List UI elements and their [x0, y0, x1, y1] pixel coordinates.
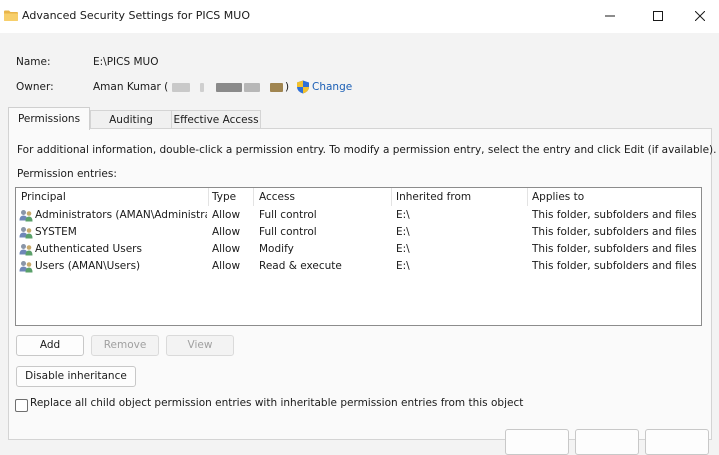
table-row[interactable]: Administrators (AMAN\Administra... Allow… [16, 207, 701, 224]
folder-icon [4, 10, 18, 21]
type-cell: Allow [212, 209, 241, 221]
redacted-owner-part [270, 83, 283, 92]
column-header-inherited-from[interactable]: Inherited from [396, 188, 526, 206]
redacted-owner-part [244, 83, 260, 92]
tab-auditing[interactable]: Auditing [90, 110, 172, 129]
cancel-button-partial[interactable] [575, 429, 639, 455]
permissions-panel: For additional information, double-click… [8, 128, 717, 440]
minimize-icon [605, 15, 615, 17]
tab-strip: Permissions Auditing Effective Access [8, 107, 710, 130]
column-separator[interactable] [208, 188, 209, 206]
redacted-owner-part [216, 83, 242, 92]
inherited-from-cell: E:\ [396, 209, 410, 221]
type-cell: Allow [212, 243, 241, 255]
disable-inheritance-button[interactable]: Disable inheritance [16, 366, 136, 387]
table-row[interactable]: SYSTEM Allow Full control E:\ This folde… [16, 224, 701, 241]
maximize-icon [653, 11, 663, 21]
info-text: For additional information, double-click… [17, 144, 717, 156]
permission-entries-label: Permission entries: [17, 168, 117, 180]
close-icon [695, 11, 705, 21]
dialog-content: Name: E:\PICS MUO Owner: Aman Kumar ( ) … [0, 33, 719, 455]
column-header-access[interactable]: Access [259, 188, 389, 206]
column-header-type[interactable]: Type [212, 188, 252, 206]
user-group-icon [19, 261, 33, 273]
redacted-owner-part [200, 83, 204, 92]
add-button[interactable]: Add [16, 335, 84, 356]
applies-to-cell: This folder, subfolders and files [532, 209, 697, 221]
minimize-button[interactable] [590, 4, 630, 28]
inherited-from-cell: E:\ [396, 243, 410, 255]
access-cell: Read & execute [259, 260, 342, 272]
maximize-button[interactable] [638, 4, 678, 28]
principal-cell: Authenticated Users [35, 243, 142, 255]
view-button[interactable]: View [166, 335, 234, 356]
principal-cell: SYSTEM [35, 226, 77, 238]
apply-button-partial[interactable] [645, 429, 709, 455]
uac-shield-icon [297, 80, 309, 94]
applies-to-cell: This folder, subfolders and files [532, 226, 697, 238]
name-label: Name: [16, 56, 51, 68]
owner-close-paren: ) [285, 81, 290, 93]
table-row[interactable]: Authenticated Users Allow Modify E:\ Thi… [16, 241, 701, 258]
principal-cell: Users (AMAN\Users) [35, 260, 141, 272]
applies-to-cell: This folder, subfolders and files [532, 260, 697, 272]
column-separator[interactable] [253, 188, 254, 206]
title-bar: Advanced Security Settings for PICS MUO [0, 0, 719, 33]
tab-permissions[interactable]: Permissions [8, 107, 90, 130]
access-cell: Full control [259, 226, 317, 238]
window-title: Advanced Security Settings for PICS MUO [22, 9, 250, 22]
access-cell: Modify [259, 243, 294, 255]
column-separator[interactable] [391, 188, 392, 206]
column-header-principal[interactable]: Principal [21, 188, 207, 206]
table-row[interactable]: Users (AMAN\Users) Allow Read & execute … [16, 258, 701, 275]
change-owner-link[interactable]: Change [312, 81, 352, 93]
ok-button-partial[interactable] [505, 429, 569, 455]
close-button[interactable] [680, 4, 719, 28]
permission-entries-list[interactable]: Principal Type Access Inherited from App… [15, 187, 702, 326]
replace-child-permissions-checkbox[interactable] [15, 399, 28, 412]
owner-value: Aman Kumar ( [93, 81, 169, 93]
inherited-from-cell: E:\ [396, 226, 410, 238]
replace-child-permissions-label: Replace all child object permission entr… [30, 397, 524, 409]
principal-cell: Administrators (AMAN\Administra... [35, 209, 207, 221]
owner-label: Owner: [16, 81, 54, 93]
user-group-icon [19, 244, 33, 256]
redacted-owner-part [172, 83, 190, 92]
column-separator[interactable] [527, 188, 528, 206]
remove-button[interactable]: Remove [91, 335, 159, 356]
user-group-icon [19, 227, 33, 239]
tab-effective-access[interactable]: Effective Access [171, 110, 261, 129]
access-cell: Full control [259, 209, 317, 221]
name-value: E:\PICS MUO [93, 56, 159, 68]
user-group-icon [19, 210, 33, 222]
column-header-applies-to[interactable]: Applies to [532, 188, 697, 206]
type-cell: Allow [212, 260, 241, 272]
inherited-from-cell: E:\ [396, 260, 410, 272]
applies-to-cell: This folder, subfolders and files [532, 243, 697, 255]
type-cell: Allow [212, 226, 241, 238]
